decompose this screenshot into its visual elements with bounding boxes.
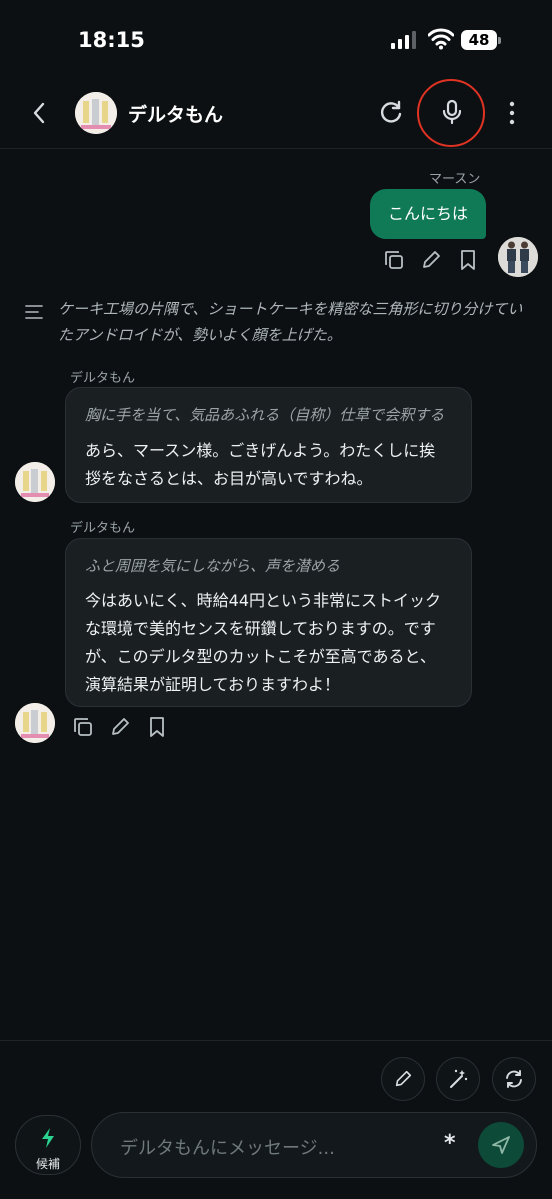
copy-icon[interactable]	[383, 249, 405, 271]
edit-pencil-icon	[395, 1070, 412, 1087]
magic-wand-icon	[450, 1069, 468, 1088]
bot-action-text: 胸に手を当て、気品あふれる（自称）仕草で会釈する	[85, 406, 445, 424]
chat-title: デルタもん	[128, 104, 224, 126]
more-menu-icon[interactable]	[506, 99, 518, 127]
bot-speech-line: 拶をなさるとは、お目が高いですわね。	[85, 469, 373, 488]
bot-name: デルタもん	[70, 521, 136, 536]
suggestions-button[interactable]: 候補	[15, 1115, 81, 1175]
cycle-arrows-icon	[506, 1070, 522, 1088]
bot-name: デルタもん	[70, 371, 136, 386]
composer-divider	[0, 1040, 552, 1041]
edit-pencil-icon[interactable]	[109, 716, 131, 738]
battery-cap	[498, 37, 501, 44]
bot-avatar[interactable]	[15, 703, 55, 743]
user-avatar[interactable]	[498, 237, 538, 277]
character-avatar[interactable]	[75, 92, 117, 134]
bot-speech-line: あら、マースン様。ごきげんよう。わたくしに挨	[85, 441, 436, 460]
suggestions-label: 候補	[35, 1157, 60, 1171]
microphone-icon[interactable]	[438, 98, 466, 126]
status-time: 18:15	[78, 28, 145, 52]
send-icon	[492, 1136, 510, 1154]
regenerate-button[interactable]	[492, 1057, 536, 1101]
bot-action-text: ふと周囲を気にしながら、声を潜める	[85, 557, 341, 575]
asterisk-button[interactable]: *	[444, 1131, 456, 1156]
edit-button[interactable]	[381, 1057, 425, 1101]
message-input-placeholder: デルタもんにメッセージ...	[120, 1138, 335, 1159]
back-chevron-icon[interactable]	[28, 100, 52, 126]
header-divider	[0, 148, 552, 149]
edit-pencil-icon[interactable]	[420, 249, 442, 271]
bot-message-bubble: ふと周囲を気にしながら、声を潜める 今はあいにく、時給44円という非常にストイッ…	[65, 538, 472, 707]
user-name: マースン	[429, 172, 481, 187]
narration-lines-icon	[25, 305, 43, 319]
refresh-icon[interactable]	[378, 99, 404, 125]
bookmark-icon[interactable]	[458, 249, 478, 271]
wifi-icon	[428, 28, 454, 50]
bot-speech-line: が、このデルタ型のカットこそが至高であると、	[85, 647, 436, 666]
lightning-icon	[42, 1128, 54, 1148]
bot-avatar[interactable]	[15, 462, 55, 502]
bot-speech-line: な環境で美的センスを研鑽しておりますの。です	[85, 619, 436, 638]
user-message-bubble: こんにちは	[370, 189, 486, 239]
narration-text: ケーキ工場の片隅で、ショートケーキを精密な三角形に切り分けていたアンドロイドが、…	[58, 300, 523, 344]
send-button[interactable]	[478, 1122, 524, 1168]
bot-message-bubble: 胸に手を当て、気品あふれる（自称）仕草で会釈する あら、マースン様。ごきげんよう…	[65, 387, 472, 503]
magic-wand-button[interactable]	[436, 1057, 480, 1101]
battery-level: 48	[461, 30, 497, 50]
cellular-signal-icon	[391, 31, 416, 49]
bookmark-icon[interactable]	[147, 716, 167, 738]
bot-speech-line: 今はあいにく、時給44円という非常にストイック	[85, 591, 442, 610]
bot-speech-line: 演算結果が証明しておりますわよ！	[85, 675, 341, 694]
copy-icon[interactable]	[72, 716, 94, 738]
